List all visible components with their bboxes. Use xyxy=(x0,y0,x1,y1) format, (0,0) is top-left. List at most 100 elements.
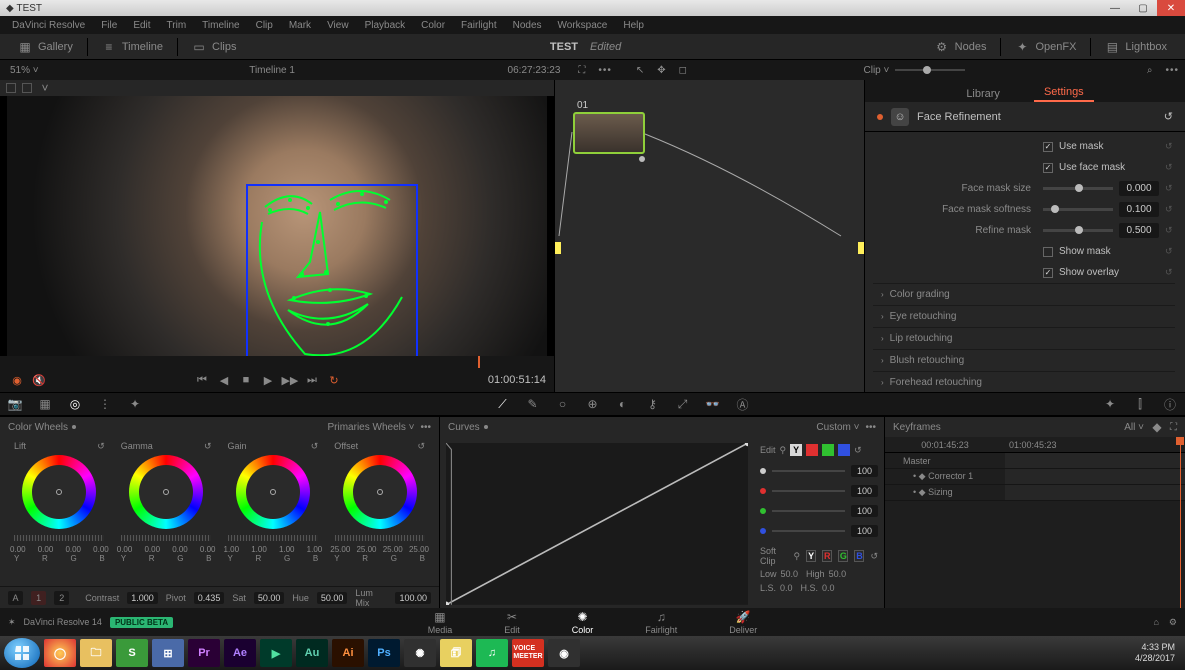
reset-icon[interactable]: ↺ xyxy=(1165,162,1175,173)
menu-color[interactable]: Color xyxy=(413,20,453,31)
kf-master[interactable]: Master xyxy=(885,456,1005,466)
taskbar-photoshop[interactable]: Ps xyxy=(368,639,400,667)
keyframes-icon[interactable]: ✦ xyxy=(1095,397,1125,411)
taskbar-explorer[interactable]: 🗀 xyxy=(80,639,112,667)
bypass-grade-icon[interactable]: ◉ xyxy=(8,374,26,387)
menu-nodes[interactable]: Nodes xyxy=(505,20,550,31)
play-button[interactable]: ▶ xyxy=(259,374,277,387)
color-wheels-icon[interactable]: ◎ xyxy=(60,397,90,411)
lift-jog[interactable] xyxy=(14,535,104,541)
taskbar-spotify[interactable]: ♫ xyxy=(476,639,508,667)
nodes-button[interactable]: ⚙Nodes xyxy=(925,38,997,56)
color-match-icon[interactable]: ▦ xyxy=(30,397,60,411)
effect-enabled-dot[interactable] xyxy=(877,114,883,120)
offset-wheel[interactable] xyxy=(343,455,417,529)
menu-view[interactable]: View xyxy=(319,20,357,31)
refine-mask-value[interactable]: 0.500 xyxy=(1119,223,1159,238)
taskbar-notes[interactable]: 🗊 xyxy=(440,639,472,667)
softclip-link-icon[interactable]: ⚲ xyxy=(794,551,801,562)
contrast-value[interactable]: 1.000 xyxy=(127,592,158,604)
viewer-options[interactable]: ••• xyxy=(592,65,618,76)
page-edit[interactable]: ✂Edit xyxy=(498,608,526,637)
menu-trim[interactable]: Trim xyxy=(159,20,195,31)
nodes-cursor-icon[interactable]: ↖ xyxy=(630,65,651,76)
viewer-zoom[interactable]: 51% ˅ xyxy=(0,65,49,76)
gamma-reset-icon[interactable]: ↺ xyxy=(204,441,212,452)
prev-frame-button[interactable]: ◀ xyxy=(215,374,233,387)
taskbar-chrome[interactable]: ◯ xyxy=(44,639,76,667)
camera-raw-icon[interactable]: 📷 xyxy=(0,397,30,411)
menu-clip[interactable]: Clip xyxy=(248,20,281,31)
nodes-input-bar[interactable] xyxy=(555,242,561,254)
taskbar-illustrator[interactable]: Ai xyxy=(332,639,364,667)
kf-row-corrector[interactable]: • ◆ Corrector 1 xyxy=(885,471,1005,482)
taskbar-app-3[interactable]: ▶ xyxy=(260,639,292,667)
high-value[interactable]: 50.0 xyxy=(829,569,847,579)
window-minimize-button[interactable]: — xyxy=(1101,0,1129,16)
menu-mark[interactable]: Mark xyxy=(281,20,319,31)
reset-icon[interactable]: ↺ xyxy=(1165,267,1175,278)
lift-wheel[interactable] xyxy=(22,455,96,529)
chan-g-value[interactable]: 100 xyxy=(851,505,878,517)
node-handle[interactable] xyxy=(639,156,645,162)
wheels-mode-a[interactable]: A xyxy=(8,591,23,605)
window-maximize-button[interactable]: ▢ xyxy=(1129,0,1157,16)
viewer-expand-icon[interactable]: ⛶ xyxy=(572,65,592,76)
viewer-mode-a[interactable] xyxy=(6,83,16,93)
window-close-button[interactable]: ✕ xyxy=(1157,0,1185,16)
menu-fairlight[interactable]: Fairlight xyxy=(453,20,505,31)
ls-value[interactable]: 0.0 xyxy=(780,583,793,593)
wheels-options[interactable]: ••• xyxy=(420,422,431,433)
motion-effects-icon[interactable]: ✦ xyxy=(120,397,150,411)
start-button[interactable] xyxy=(4,638,40,668)
reset-icon[interactable]: ↺ xyxy=(1165,225,1175,236)
curves-plot[interactable] xyxy=(446,443,748,602)
keyframes-expand-icon[interactable]: ⛶ xyxy=(1170,422,1177,433)
taskbar-aftereffects[interactable]: Ae xyxy=(224,639,256,667)
tracker-icon[interactable]: ⊕ xyxy=(578,397,608,411)
channel-g-button[interactable] xyxy=(822,444,834,456)
offset-reset-icon[interactable]: ↺ xyxy=(417,441,425,452)
face-mask-size-value[interactable]: 0.000 xyxy=(1119,181,1159,196)
data-burn-icon[interactable]: Ⓐ xyxy=(728,396,758,413)
softclip-g[interactable]: G xyxy=(838,550,848,562)
hue-value[interactable]: 50.00 xyxy=(317,592,348,604)
qualifier-icon[interactable]: ✎ xyxy=(518,397,548,411)
hs-value[interactable]: 0.0 xyxy=(822,583,835,593)
clips-button[interactable]: ▭Clips xyxy=(182,38,246,56)
info-icon[interactable]: ⓘ xyxy=(1155,396,1185,413)
tab-library[interactable]: Library xyxy=(956,86,1010,102)
curves-mode[interactable]: Custom ˅ xyxy=(816,422,859,433)
next-frame-button[interactable]: ▶▶ xyxy=(281,374,299,387)
curves-options[interactable]: ••• xyxy=(865,422,876,433)
chan-b-value[interactable]: 100 xyxy=(851,525,878,537)
taskbar-obs[interactable]: ◉ xyxy=(548,639,580,667)
channel-b-button[interactable] xyxy=(838,444,850,456)
stop-button[interactable]: ■ xyxy=(237,374,255,386)
reset-icon[interactable]: ↺ xyxy=(1165,141,1175,152)
nodes-rect-icon[interactable]: ◻ xyxy=(673,65,694,76)
page-color[interactable]: ✺Color xyxy=(566,608,600,637)
clip-dropdown[interactable]: Clip ˅ xyxy=(864,65,890,76)
gain-wheel[interactable] xyxy=(236,455,310,529)
primaries-mode[interactable]: Primaries Wheels ˅ xyxy=(328,422,415,433)
clip-zoom-slider[interactable] xyxy=(895,69,965,71)
curves-link-icon[interactable]: ⚲ xyxy=(780,445,787,456)
taskbar-clock[interactable]: 4:33 PM 4/28/2017 xyxy=(1135,642,1181,664)
kf-row-sizing[interactable]: • ◆ Sizing xyxy=(885,487,1005,498)
show-overlay-checkbox[interactable]: ✓ xyxy=(1043,268,1053,278)
page-fairlight[interactable]: ♫Fairlight xyxy=(639,608,683,637)
gallery-button[interactable]: ▦Gallery xyxy=(8,38,83,56)
taskbar-audition[interactable]: Au xyxy=(296,639,328,667)
use-mask-checkbox[interactable]: ✓ xyxy=(1043,142,1053,152)
menu-davinci[interactable]: DaVinci Resolve xyxy=(4,20,93,31)
timeline-name[interactable]: Timeline 1 xyxy=(49,65,496,76)
reset-icon[interactable]: ↺ xyxy=(1165,183,1175,194)
section-color-grading[interactable]: ›Color grading xyxy=(873,283,1175,305)
key-icon[interactable]: ⚷ xyxy=(638,397,668,411)
window-icon[interactable]: ○ xyxy=(548,397,578,411)
face-mask-size-slider[interactable] xyxy=(1043,187,1113,190)
softclip-r[interactable]: R xyxy=(822,550,832,562)
first-frame-button[interactable]: ⏮ xyxy=(193,374,211,387)
section-eye-retouching[interactable]: ›Eye retouching xyxy=(873,305,1175,327)
